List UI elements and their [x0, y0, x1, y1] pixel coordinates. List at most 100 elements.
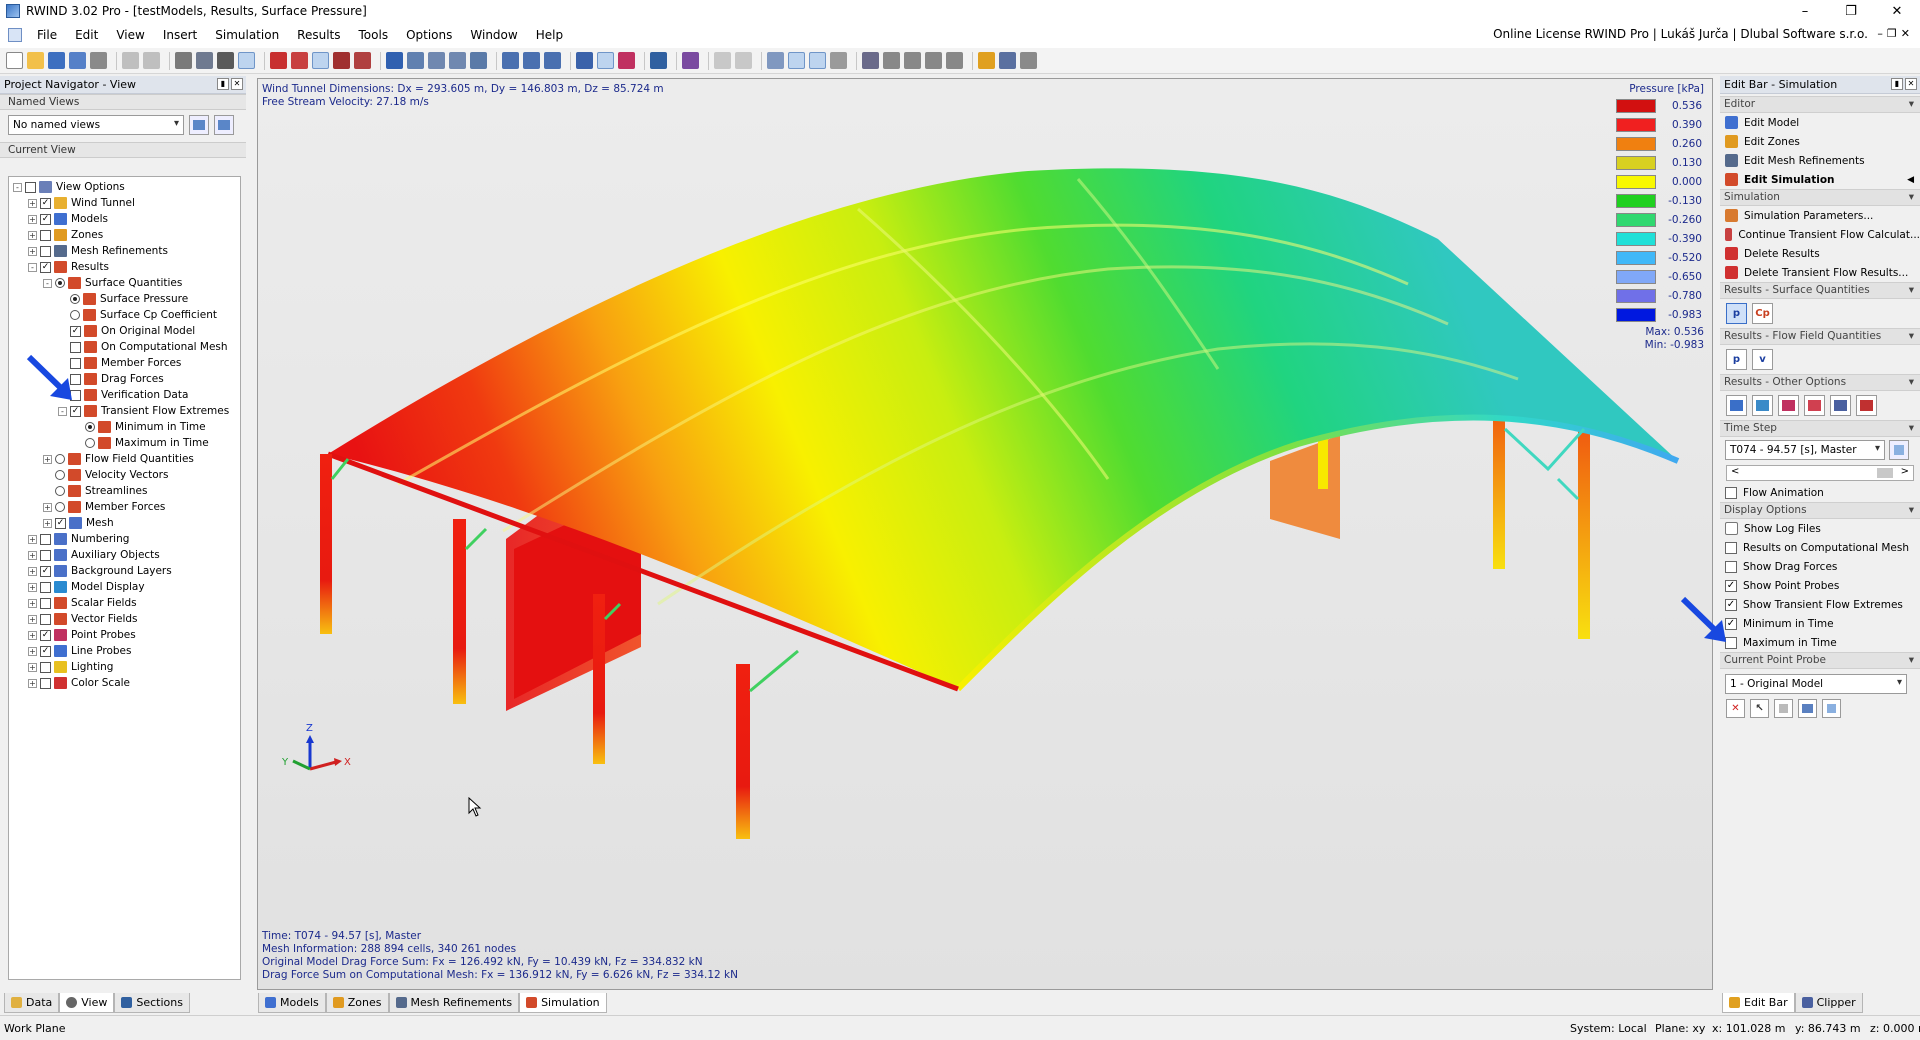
tree-radio[interactable]	[55, 470, 65, 480]
zoom-icon[interactable]	[502, 52, 519, 69]
tree-radio[interactable]	[55, 454, 65, 464]
tree-item[interactable]: - ✓ Results	[28, 259, 109, 275]
tree-checkbox[interactable]: ✓	[40, 197, 51, 209]
vectors-icon[interactable]	[1726, 395, 1747, 416]
menu-view[interactable]: View	[107, 28, 153, 42]
tree-item[interactable]: + Model Display	[28, 579, 145, 595]
menu-edit[interactable]: Edit	[66, 28, 107, 42]
tree-checkbox[interactable]	[40, 677, 51, 689]
tree-checkbox[interactable]	[25, 181, 36, 193]
flow-animation-checkbox[interactable]	[1725, 486, 1737, 499]
flow-field-section[interactable]: Results - Flow Field Quantities	[1720, 328, 1920, 345]
plane-icon[interactable]	[925, 52, 942, 69]
tools-icon[interactable]	[999, 52, 1016, 69]
tree-item[interactable]: - ✓ Transient Flow Extremes	[58, 403, 229, 419]
pressure-button[interactable]: p	[1726, 303, 1747, 324]
expand-icon[interactable]: +	[28, 214, 37, 224]
tree-item[interactable]: + Numbering	[28, 531, 129, 547]
menu-window[interactable]: Window	[461, 28, 526, 42]
time-step-slider[interactable]: < >	[1726, 465, 1914, 481]
tree-radio[interactable]	[85, 422, 95, 432]
tree-item[interactable]: - Surface Quantities	[43, 275, 182, 291]
current-point-probe-section[interactable]: Current Point Probe	[1720, 652, 1920, 669]
tree-checkbox[interactable]	[40, 549, 51, 561]
expand-icon[interactable]: +	[28, 246, 37, 256]
expand-icon[interactable]: +	[28, 534, 37, 544]
document-icon[interactable]	[8, 28, 22, 42]
tree-item[interactable]: Velocity Vectors	[43, 467, 168, 483]
table-icon[interactable]	[1830, 395, 1851, 416]
display-option-checkbox[interactable]: ✓	[1725, 579, 1737, 592]
tree-checkbox[interactable]	[40, 661, 51, 673]
zoom-all-icon[interactable]	[470, 52, 487, 69]
expand-icon[interactable]: +	[28, 662, 37, 672]
tree-item[interactable]: Surface Pressure	[58, 291, 188, 307]
surface-quantities-section[interactable]: Results - Surface Quantities	[1720, 282, 1920, 299]
tree-checkbox[interactable]	[40, 533, 51, 545]
new-icon[interactable]	[6, 52, 23, 69]
time-step-select[interactable]: T074 - 94.57 [s], Master	[1725, 440, 1885, 460]
pick-probe-icon[interactable]: ↖	[1750, 698, 1769, 718]
tree-checkbox[interactable]: ✓	[70, 405, 81, 417]
display-option-checkbox[interactable]	[1725, 560, 1737, 573]
pan-icon[interactable]	[544, 52, 561, 69]
select-icon[interactable]	[175, 52, 192, 69]
display-option-item[interactable]: Show Drag Forces	[1720, 557, 1920, 576]
menu-options[interactable]: Options	[397, 28, 461, 42]
tree-radio[interactable]	[70, 294, 80, 304]
pin-icon[interactable]: ▮	[217, 78, 229, 90]
render-icon[interactable]	[270, 52, 287, 69]
expand-icon[interactable]: +	[28, 230, 37, 240]
streamlines-icon[interactable]	[1752, 395, 1773, 416]
snap-icon[interactable]	[217, 52, 234, 69]
tree-radio[interactable]	[85, 438, 95, 448]
tree-checkbox[interactable]: ✓	[40, 645, 51, 657]
tree-checkbox[interactable]: ✓	[70, 325, 81, 337]
menu-simulation[interactable]: Simulation	[206, 28, 288, 42]
3d-viewport[interactable]: Z X Y Wind Tunnel Dimensions: Dx = 293.6…	[257, 78, 1713, 990]
expand-icon[interactable]: +	[28, 598, 37, 608]
save-icon[interactable]	[48, 52, 65, 69]
mdi-window-buttons[interactable]: –❐✕	[1877, 27, 1914, 40]
wire-icon[interactable]	[767, 52, 784, 69]
manage-views-icon[interactable]	[214, 115, 234, 135]
ortho-icon[interactable]	[238, 52, 255, 69]
drag-icon[interactable]	[1804, 395, 1825, 416]
tree-item[interactable]: Member Forces	[58, 355, 181, 371]
menu-results[interactable]: Results	[288, 28, 349, 42]
edit-simulation-item[interactable]: Edit Simulation ◀	[1720, 170, 1920, 189]
tree-item[interactable]: Verification Data	[58, 387, 188, 403]
display-icon[interactable]	[576, 52, 593, 69]
expand-icon[interactable]: +	[28, 646, 37, 656]
display-option-item[interactable]: ✓ Show Transient Flow Extremes	[1720, 595, 1920, 614]
expand-icon[interactable]: +	[43, 502, 52, 512]
tree-checkbox[interactable]: ✓	[40, 213, 51, 225]
slider-right-icon[interactable]: >	[1901, 466, 1909, 477]
collapse-icon[interactable]: -	[28, 262, 37, 272]
report-icon[interactable]	[1856, 395, 1877, 416]
collapse-icon[interactable]: -	[43, 278, 52, 288]
display-option-item[interactable]: ✓ Minimum in Time	[1720, 614, 1920, 633]
delete-probe-icon[interactable]: ✕	[1726, 698, 1745, 718]
save-as-icon[interactable]	[69, 52, 86, 69]
editbar-pin-icon[interactable]: ▮	[1891, 78, 1903, 90]
tree-radio[interactable]	[70, 310, 80, 320]
tab-view[interactable]: View	[59, 993, 115, 1013]
transparent-icon[interactable]	[809, 52, 826, 69]
tree-checkbox[interactable]: ✓	[40, 565, 51, 577]
probe-chart-icon[interactable]	[1798, 698, 1817, 718]
display-active-icon[interactable]	[597, 52, 614, 69]
expand-icon[interactable]: +	[28, 550, 37, 560]
menu-file[interactable]: File	[28, 28, 66, 42]
results-icon[interactable]	[312, 52, 329, 69]
tree-item[interactable]: + Vector Fields	[28, 611, 138, 627]
tree-item[interactable]: ✓ On Original Model	[58, 323, 195, 339]
solid-icon[interactable]	[788, 52, 805, 69]
flow-pressure-button[interactable]: p	[1726, 349, 1747, 370]
color-icon[interactable]	[618, 52, 635, 69]
section-icon[interactable]	[883, 52, 900, 69]
display-option-item[interactable]: Show Log Files	[1720, 519, 1920, 538]
expand-icon[interactable]: +	[28, 614, 37, 624]
tree-item[interactable]: + ✓ Point Probes	[28, 627, 136, 643]
log-files-icon[interactable]	[1725, 522, 1738, 535]
